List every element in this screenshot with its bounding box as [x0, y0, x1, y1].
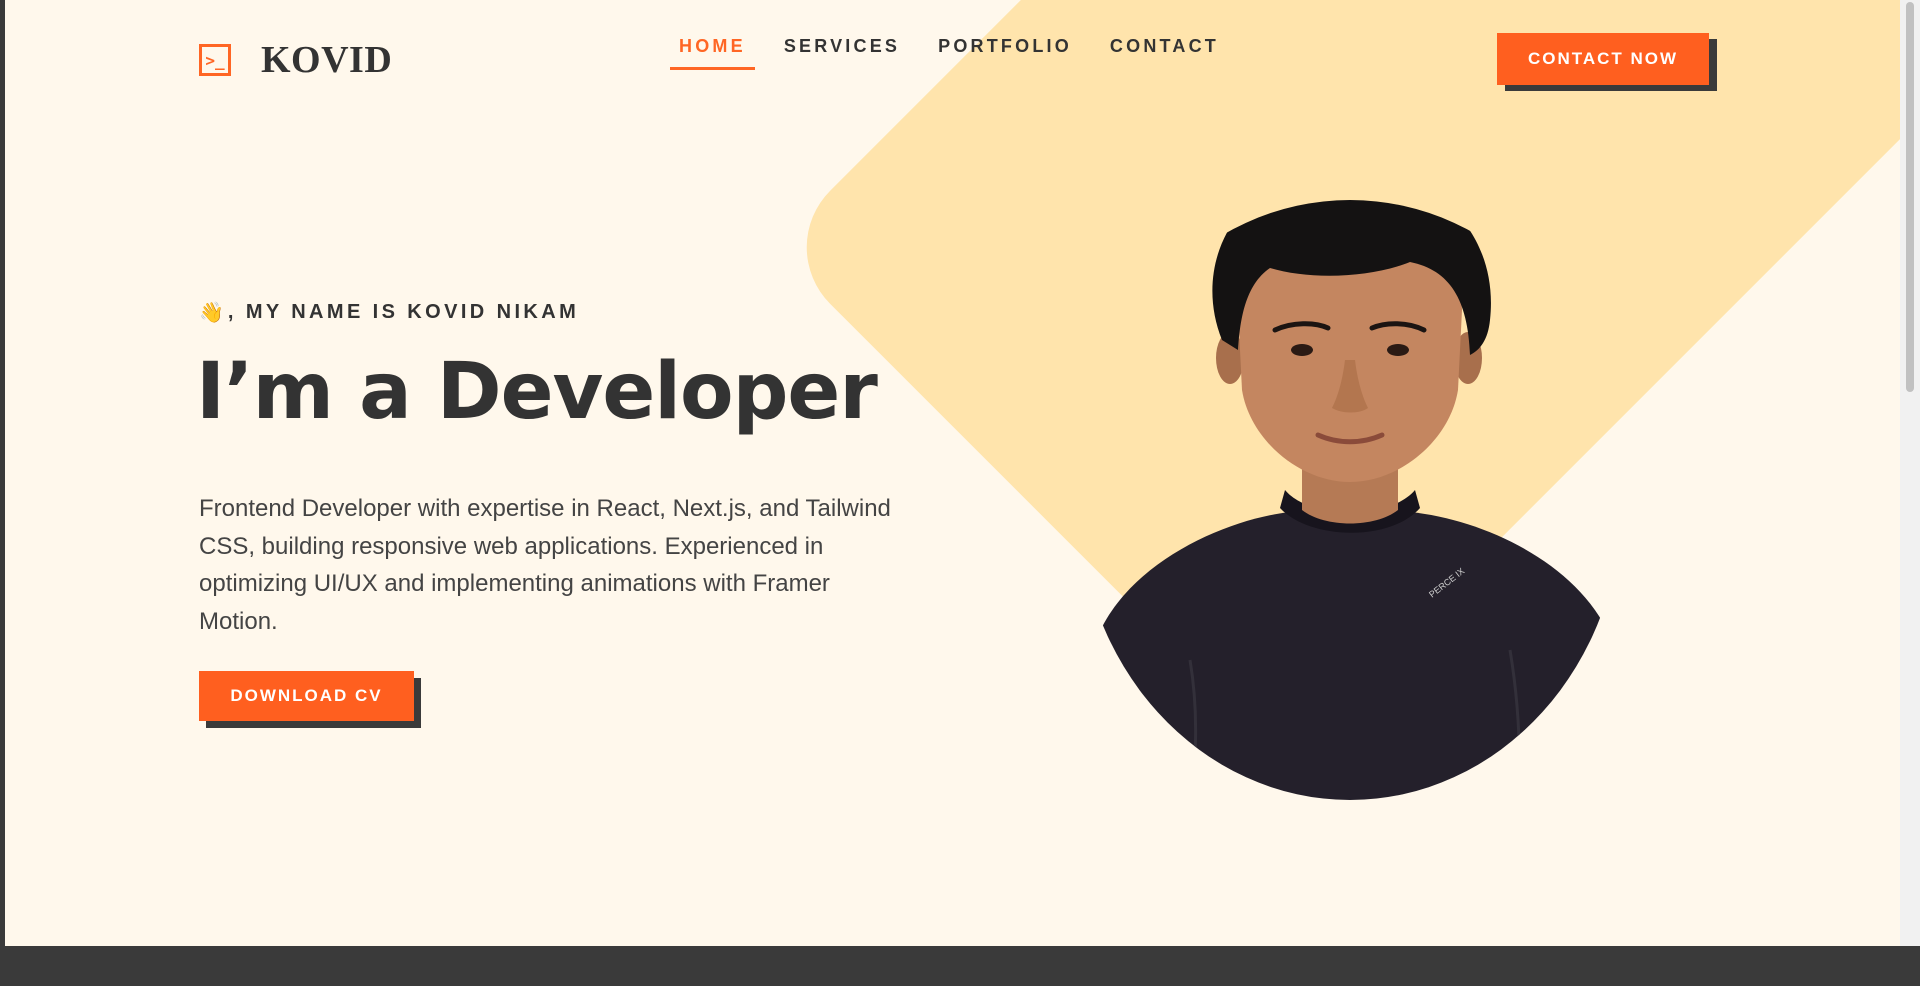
intro-text: , MY NAME IS KOVID NIKAM	[227, 301, 580, 323]
download-cv-button[interactable]: DOWNLOAD CV	[199, 671, 414, 721]
nav-item-home[interactable]: HOME	[670, 36, 755, 70]
main-nav: HOME SERVICES PORTFOLIO CONTACT	[670, 36, 1248, 70]
hero-headline: I’m a Developer	[196, 347, 878, 437]
nav-item-contact[interactable]: CONTACT	[1101, 36, 1228, 70]
logo-text: KOVID	[261, 39, 393, 81]
scrollbar-thumb[interactable]	[1906, 2, 1914, 392]
site-logo[interactable]: >_ KOVID	[199, 38, 392, 82]
intro-line: 👋 , MY NAME IS KOVID NIKAM	[199, 300, 579, 325]
nav-item-portfolio[interactable]: PORTFOLIO	[929, 36, 1081, 70]
waving-hand-icon: 👋	[199, 302, 224, 324]
hero-bio: Frontend Developer with expertise in Rea…	[199, 495, 891, 635]
footer-band	[0, 946, 1920, 986]
terminal-icon: >_	[199, 44, 231, 76]
nav-item-services[interactable]: SERVICES	[775, 36, 909, 70]
page-scrollbar[interactable]	[1900, 0, 1920, 946]
contact-now-button[interactable]: CONTACT NOW	[1497, 33, 1709, 85]
